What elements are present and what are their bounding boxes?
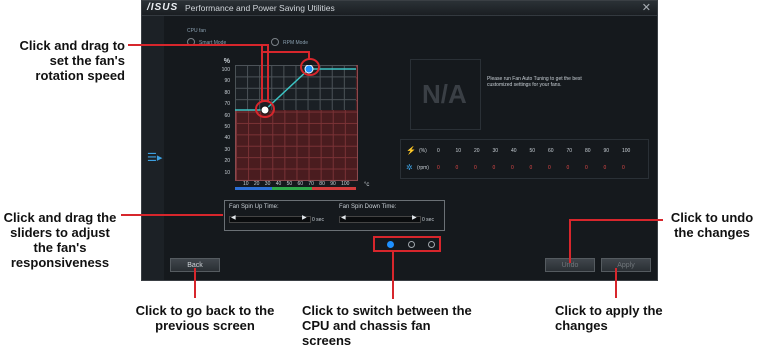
mode-rpm-label: RPM Mode — [283, 40, 309, 46]
rpm-cell: 0 — [566, 165, 570, 171]
spin-up-label: Fan Spin Up Time: — [229, 204, 279, 210]
rpm-cell: 0 — [548, 165, 551, 171]
speed-icon: ⚡ — [406, 146, 416, 155]
temp-bar-blue — [235, 187, 272, 190]
line-back — [194, 268, 196, 298]
fan-curve[interactable] — [235, 65, 356, 179]
rpm-label: (rpm) — [417, 165, 429, 171]
temp-bar-red — [312, 187, 356, 190]
rpm-cell: 0 — [492, 165, 496, 171]
spin-up-value: 0 sec — [312, 217, 324, 223]
rpm-cell: 0 — [437, 165, 440, 171]
line-drag-fan-h2 — [261, 51, 310, 53]
rpm-cell: 0 — [474, 165, 477, 171]
spin-down-right-arrow[interactable]: ▶ — [412, 214, 417, 221]
y-tick: 50 — [224, 124, 230, 130]
fan-icon: ✲ — [406, 163, 413, 172]
close-icon[interactable]: ✕ — [642, 1, 651, 14]
na-text: N/A — [422, 79, 467, 109]
spin-down-left-arrow[interactable]: ◀ — [341, 214, 346, 221]
highlight-page-dots — [373, 236, 441, 252]
fan-label: CPU fan — [187, 28, 206, 34]
spin-up-slider[interactable] — [229, 216, 311, 223]
callout-drag-fan: Click and drag to set the fan's rotation… — [19, 38, 125, 83]
rpm-cell: 0 — [455, 165, 459, 171]
callout-undo: Click to undo the changes — [670, 210, 754, 240]
tuning-hint: Please run Fan Auto Tuning to get the be… — [487, 76, 582, 88]
percent-cell: 90 — [603, 148, 610, 154]
asus-logo: /ISUS — [147, 2, 179, 13]
percent-cell: 80 — [585, 148, 591, 154]
callout-apply: Click to apply the changes — [555, 303, 663, 333]
highlight-curve-point-high — [300, 58, 320, 76]
spin-down-slider[interactable] — [339, 216, 421, 223]
percent-cell: 40 — [511, 148, 517, 154]
rpm-cell: 0 — [511, 165, 514, 171]
fan-speed-table: ⚡ (%) ✲ (rpm) 0 10 20 30 40 50 60 70 80 90 100 0 0 0… — [400, 139, 649, 179]
window-title: Performance and Power Saving Utilities — [185, 3, 335, 13]
mode-rpm-radio[interactable] — [271, 38, 279, 46]
line-drag-fan-h — [128, 44, 269, 46]
menu-expand-icon[interactable]: ☰▸ — [147, 151, 162, 164]
spin-time-panel: Fan Spin Up Time: Fan Spin Down Time: ◀ … — [224, 200, 445, 231]
spin-down-value: 0 sec — [422, 217, 434, 223]
line-undo-h — [569, 219, 663, 221]
percent-cell: 20 — [474, 148, 480, 154]
percent-label: (%) — [419, 148, 427, 154]
rpm-cell: 0 — [585, 165, 588, 171]
side-bar: ☰▸ — [142, 16, 164, 280]
y-tick: 60 — [224, 112, 230, 119]
percent-cell: 60 — [548, 148, 554, 154]
spin-up-left-arrow[interactable]: ◀ — [231, 214, 236, 221]
highlight-curve-point-low — [255, 100, 275, 118]
spin-down-label: Fan Spin Down Time: — [339, 204, 397, 210]
y-tick: 80 — [224, 89, 230, 96]
y-tick: 30 — [224, 146, 230, 153]
fan-curve-line — [235, 68, 356, 111]
x-unit: °c — [364, 182, 370, 188]
temp-bar-green — [272, 187, 312, 190]
y-tick: 20 — [224, 158, 230, 165]
rpm-cell: 0 — [603, 165, 607, 171]
line-sliders — [121, 214, 223, 216]
apply-button[interactable]: Apply — [601, 258, 651, 272]
percent-cell: 10 — [455, 148, 462, 154]
y-tick: 90 — [224, 78, 230, 85]
y-tick: 10 — [224, 169, 230, 176]
y-tick: 40 — [224, 135, 230, 142]
percent-cell: 70 — [566, 148, 573, 154]
percent-cell: 100 — [622, 148, 631, 154]
callout-drag-sliders: Click and drag the sliders to adjust the… — [3, 210, 117, 270]
callout-switch: Click to switch between the CPU and chas… — [302, 303, 472, 348]
title-bar: /ISUS Performance and Power Saving Utili… — [142, 1, 657, 16]
rpm-cell: 0 — [622, 165, 625, 171]
percent-cell: 30 — [492, 148, 499, 154]
callout-back: Click to go back to the previous screen — [135, 303, 275, 333]
line-drag-fan-v3 — [308, 51, 310, 59]
spin-up-right-arrow[interactable]: ▶ — [302, 214, 307, 221]
percent-cell: 50 — [529, 148, 536, 154]
y-tick: 70 — [224, 101, 230, 108]
line-apply — [615, 268, 617, 298]
y-tick: 100 — [221, 67, 230, 73]
y-unit: % — [223, 58, 230, 65]
line-switch — [392, 252, 394, 299]
rpm-cell: 0 — [529, 165, 533, 171]
percent-cell: 0 — [437, 148, 440, 154]
line-undo-v — [569, 219, 571, 263]
